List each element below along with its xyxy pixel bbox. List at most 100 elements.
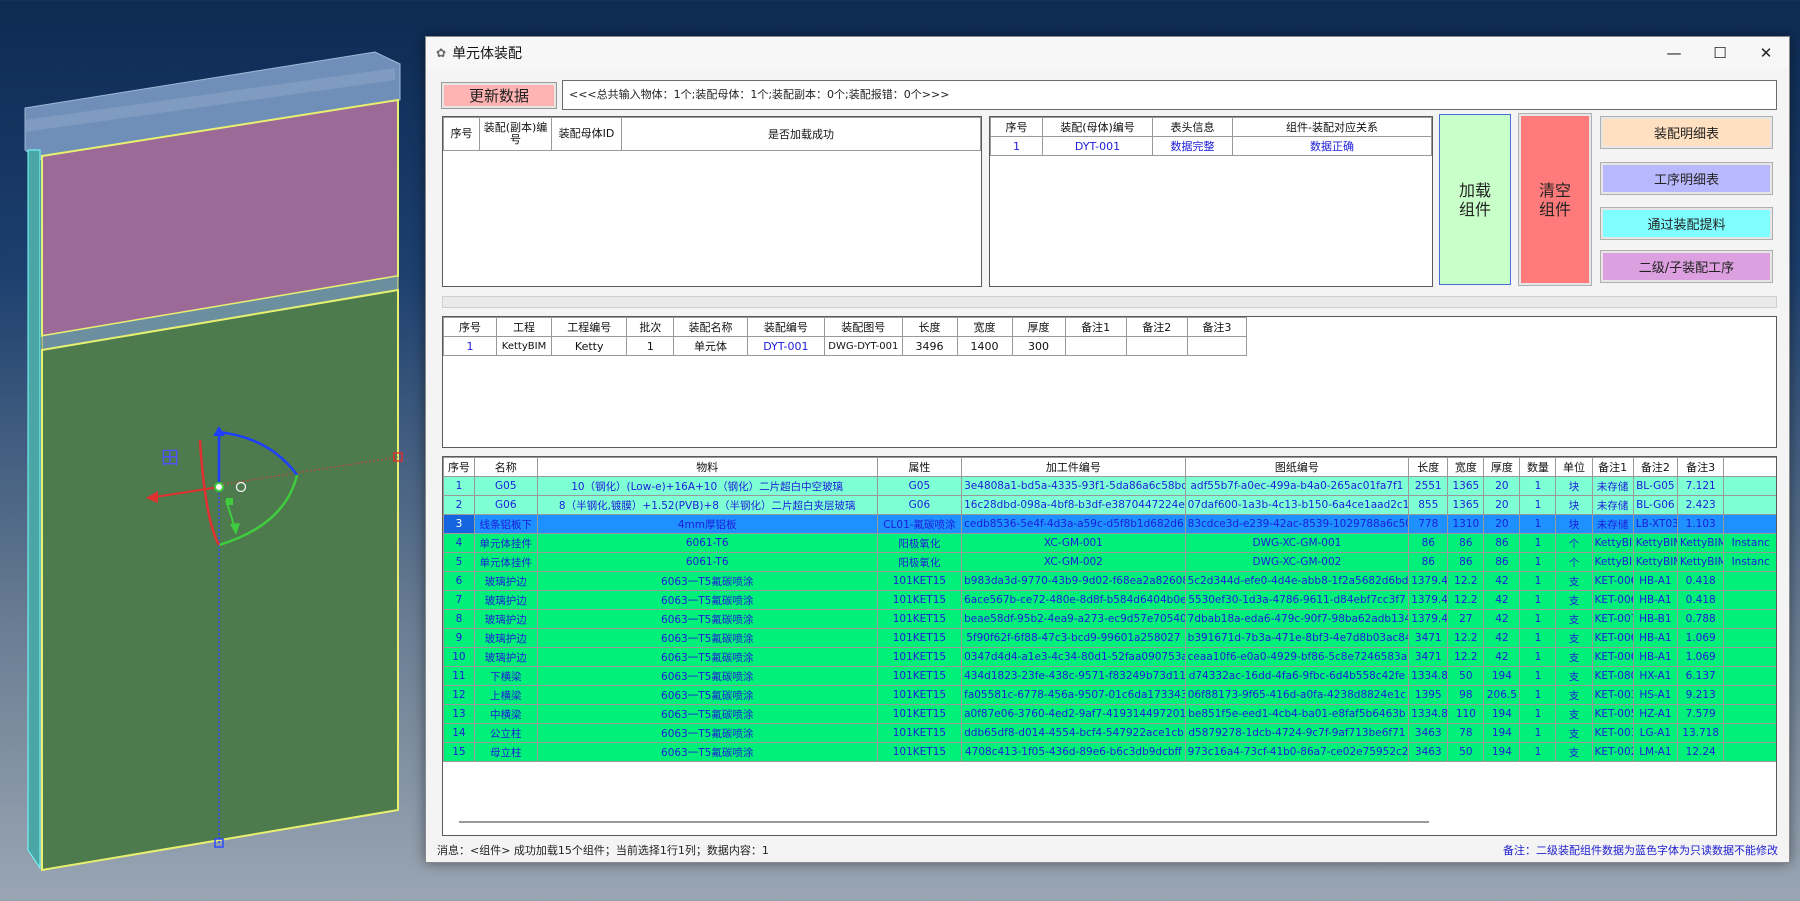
cell[interactable]: 20: [1483, 514, 1521, 534]
col-header[interactable]: 长度: [1408, 457, 1449, 477]
cell[interactable]: 101KET15: [876, 590, 963, 610]
table-row[interactable]: 9 玻璃护边 6063一T5氟碳喷涂 101KET15 5f90f62f-6f88-47…: [443, 628, 1776, 648]
cell[interactable]: beae58df-95b2-4ea9-a273-ec9d57e70540: [961, 609, 1186, 629]
cell[interactable]: 支: [1555, 647, 1593, 667]
cell[interactable]: 1379.4: [1408, 571, 1449, 591]
cell[interactable]: HB-A1: [1632, 628, 1679, 648]
cell[interactable]: 支: [1555, 685, 1593, 705]
cell[interactable]: 1.103: [1676, 514, 1725, 534]
table-row[interactable]: 8 玻璃护边 6063一T5氟碳喷涂 101KET15 beae58df-95b2-4e…: [443, 609, 1776, 629]
col-header[interactable]: 宽度: [1447, 457, 1485, 477]
cell[interactable]: 1395: [1408, 685, 1449, 705]
col-header[interactable]: 备注2: [1125, 317, 1188, 337]
cell[interactable]: LG-A1: [1632, 723, 1679, 743]
cell[interactable]: [1723, 476, 1776, 496]
cell[interactable]: KettyBIM: [1591, 533, 1634, 553]
cell[interactable]: 86: [1447, 552, 1485, 572]
cell[interactable]: HX-A1: [1632, 666, 1679, 686]
cell[interactable]: 12: [443, 685, 475, 705]
cell[interactable]: 6063一T5氟碳喷涂: [536, 590, 878, 610]
cell[interactable]: b983da3d-9770-43b9-9d02-f68ea2a82608: [961, 571, 1186, 591]
cell[interactable]: HZ-A1: [1632, 704, 1679, 724]
col-header[interactable]: 备注1: [1064, 317, 1127, 337]
close-button[interactable]: ✕: [1743, 37, 1789, 69]
cell[interactable]: KET-006: [1591, 571, 1634, 591]
cell[interactable]: fa05581c-6778-456a-9507-01c6da173343: [961, 685, 1186, 705]
cell[interactable]: 2551: [1408, 476, 1449, 496]
cell[interactable]: 27: [1447, 609, 1485, 629]
cell[interactable]: 4708c413-1f05-436d-89e6-b6c3db9dcbff: [961, 742, 1186, 762]
cell[interactable]: KettyBIM: [1676, 552, 1725, 572]
cell[interactable]: 3e4808a1-bd5a-4335-93f1-5da86a6c58bd: [961, 476, 1186, 496]
maximize-button[interactable]: ☐: [1697, 37, 1743, 69]
cell[interactable]: 1.069: [1676, 647, 1725, 667]
table-row[interactable]: 4 单元体挂件 6061-T6 阳极氧化 XC-GM-001 DWG-XC-GM-001 8…: [443, 533, 1776, 553]
col-header[interactable]: 装配(副本)编号: [479, 117, 552, 151]
cell[interactable]: 1: [1519, 533, 1557, 553]
cell[interactable]: 12.2: [1447, 628, 1485, 648]
cell[interactable]: DWG-DYT-001: [824, 336, 903, 356]
cell[interactable]: [1723, 590, 1776, 610]
col-header[interactable]: 数量: [1519, 457, 1557, 477]
cell[interactable]: KET-005: [1591, 704, 1634, 724]
cell[interactable]: 206.5: [1483, 685, 1521, 705]
cell[interactable]: KET-080: [1591, 666, 1634, 686]
table-row[interactable]: 7 玻璃护边 6063一T5氟碳喷涂 101KET15 6ace567b-ce72-48…: [443, 590, 1776, 610]
cell[interactable]: KettyBIM: [1591, 552, 1634, 572]
cell[interactable]: 支: [1555, 704, 1593, 724]
cell[interactable]: 6063一T5氟碳喷涂: [536, 723, 878, 743]
cell[interactable]: 42: [1483, 571, 1521, 591]
cell[interactable]: 1400: [956, 336, 1013, 356]
cell[interactable]: 块: [1555, 495, 1593, 515]
cell[interactable]: DWG-XC-GM-001: [1184, 533, 1410, 553]
cell[interactable]: KettyBIM: [1632, 552, 1679, 572]
table-row[interactable]: 5 单元体挂件 6061-T6 阳极氧化 XC-GM-002 DWG-XC-GM-002 8…: [443, 552, 1776, 572]
cell[interactable]: G06: [473, 495, 538, 515]
table-row[interactable]: 3 线条铝板下 4mm厚铝板 CL01-氟碳喷涂 cedb8536-5e4f-4d3a-…: [443, 514, 1776, 534]
col-header[interactable]: 备注3: [1186, 317, 1248, 337]
cell[interactable]: KettyBIM: [1676, 533, 1725, 553]
cell[interactable]: 86: [1408, 533, 1449, 553]
table-row[interactable]: 1 G05 10（钢化）(Low-e)+16A+10（钢化）二片超白中空玻璃 G05 3…: [443, 476, 1776, 496]
cell[interactable]: KET-006: [1591, 647, 1634, 667]
cell[interactable]: 07daf600-1a3b-4c13-b150-6a4ce1aad2c1: [1184, 495, 1410, 515]
cell[interactable]: 1365: [1447, 495, 1485, 515]
cell[interactable]: [1723, 685, 1776, 705]
cell[interactable]: 块: [1555, 514, 1593, 534]
cell[interactable]: 1: [990, 136, 1043, 156]
process-detail-button[interactable]: 工序明细表: [1600, 162, 1773, 195]
cell[interactable]: 86: [1483, 552, 1521, 572]
cell[interactable]: 6.137: [1676, 666, 1725, 686]
cell[interactable]: 15: [443, 742, 475, 762]
cell[interactable]: 3463: [1408, 723, 1449, 743]
cell[interactable]: [1723, 704, 1776, 724]
cell[interactable]: 12.24: [1676, 742, 1725, 762]
cell[interactable]: 1379.4: [1408, 590, 1449, 610]
cell[interactable]: 855: [1408, 495, 1449, 515]
col-header[interactable]: 组件-装配对应关系: [1232, 117, 1432, 137]
cell[interactable]: 6063一T5氟碳喷涂: [536, 609, 878, 629]
cell[interactable]: 未存储: [1591, 476, 1634, 496]
cell[interactable]: 玻璃护边: [473, 628, 538, 648]
load-components-button[interactable]: 加载组件: [1439, 114, 1511, 285]
cell[interactable]: 1365: [1447, 476, 1485, 496]
cell[interactable]: 玻璃护边: [473, 647, 538, 667]
col-header[interactable]: 单位: [1555, 457, 1593, 477]
cell[interactable]: 101KET15: [876, 666, 963, 686]
cell[interactable]: 3: [443, 514, 475, 534]
col-header[interactable]: 备注3: [1676, 457, 1725, 477]
cell[interactable]: 5f90f62f-6f88-47c3-bcd9-99601a258027: [961, 628, 1186, 648]
cell[interactable]: 1: [1519, 647, 1557, 667]
cell[interactable]: 1: [443, 336, 497, 356]
cell[interactable]: 7: [443, 590, 475, 610]
cell[interactable]: Instanc: [1723, 552, 1776, 572]
cell[interactable]: be851f5e-eed1-4cb4-ba01-e8faf5b6463b: [1184, 704, 1410, 724]
cell[interactable]: [1723, 609, 1776, 629]
cell[interactable]: 0.788: [1676, 609, 1725, 629]
cell[interactable]: 5530ef30-1d3a-4786-9611-d84ebf7cc3f7: [1184, 590, 1410, 610]
table-row[interactable]: 1 KettyBIM Ketty 1 单元体 DYT-001 DWG-DYT-0…: [443, 336, 1248, 356]
cell[interactable]: 1: [1519, 590, 1557, 610]
cell[interactable]: 86: [1408, 552, 1449, 572]
cell[interactable]: [1723, 647, 1776, 667]
cell[interactable]: 6: [443, 571, 475, 591]
